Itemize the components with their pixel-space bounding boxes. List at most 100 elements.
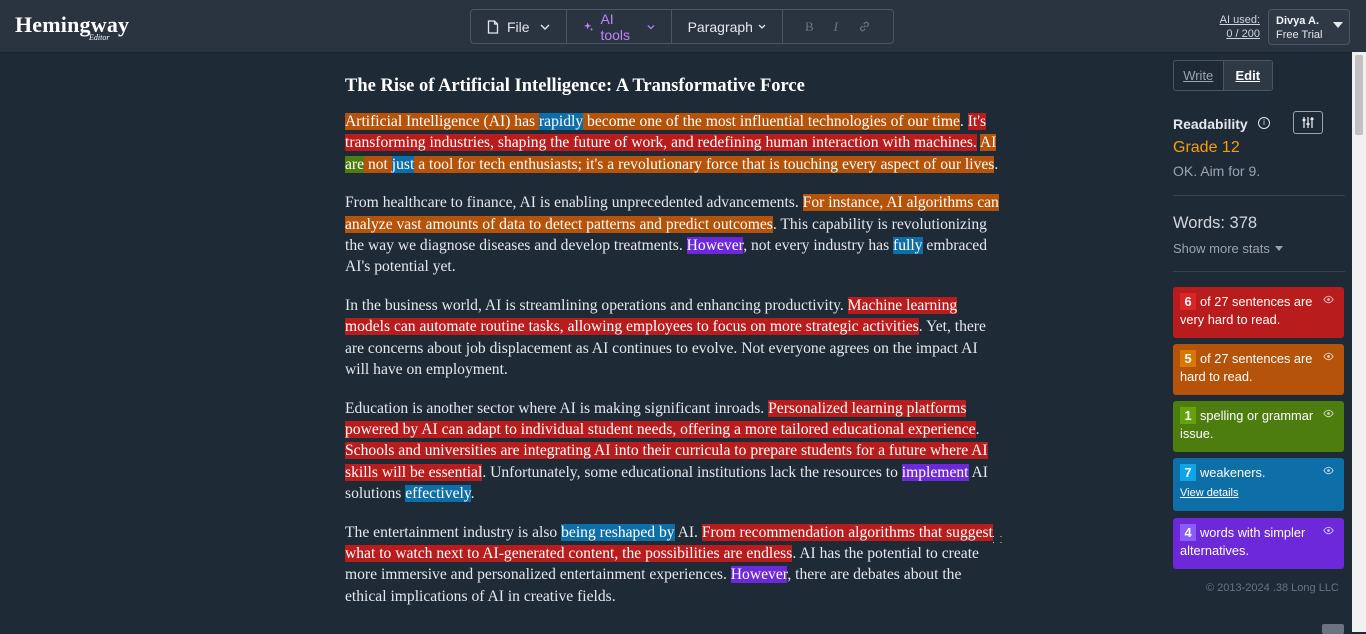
grammar-count: 1: [1180, 407, 1196, 424]
top-bar: Hemingway Editor File AI tools Paragraph…: [0, 0, 1366, 53]
passive-voice-highlight: being reshaped by: [561, 523, 675, 541]
hard-sentence-highlight: not: [364, 155, 392, 173]
caret-down-icon: [1333, 22, 1343, 28]
hard-count: 5: [1180, 350, 1196, 367]
chevron-down-icon: [758, 24, 766, 29]
divider: [1173, 195, 1345, 196]
eye-icon[interactable]: [1323, 465, 1334, 476]
paragraph[interactable]: In the business world, AI is streamlinin…: [345, 295, 1005, 380]
ai-tools-label: AI tools: [600, 10, 631, 43]
text-run: .: [975, 421, 980, 439]
text-run: .: [959, 113, 968, 130]
editor-document[interactable]: The Rise of Artificial Intelligence: A T…: [345, 76, 1005, 624]
word-count: Words: 378: [1173, 214, 1258, 232]
hard-sentence-highlight: AI: [979, 134, 997, 152]
simpler-alternatives-card[interactable]: 4 words with simpler alternatives.: [1173, 518, 1344, 569]
simpler-count: 4: [1180, 524, 1196, 541]
eye-icon[interactable]: [1323, 294, 1334, 305]
divider: [1173, 271, 1345, 272]
hard-sentences-card[interactable]: 5 of 27 sentences are hard to read.: [1173, 344, 1344, 395]
copyright-text: © 2013-2024 .38 Long LLC: [1206, 582, 1339, 594]
weakeners-card[interactable]: 7 weakeners. View details: [1173, 458, 1344, 511]
caret-down-icon: [1274, 246, 1283, 251]
simpler-text: words with simpler alternatives.: [1180, 525, 1306, 558]
readability-settings-button[interactable]: [1293, 111, 1323, 134]
tab-write[interactable]: Write: [1174, 61, 1223, 90]
paragraph[interactable]: Education is another sector where AI is …: [345, 398, 1005, 504]
chevron-down-icon: [540, 24, 550, 30]
text-run: .: [470, 484, 475, 502]
collapse-corner-button[interactable]: [1322, 624, 1344, 634]
sliders-icon: [1302, 117, 1314, 128]
link-icon[interactable]: [858, 20, 871, 33]
chevron-down-icon: [647, 24, 655, 29]
view-details-link[interactable]: View details: [1180, 484, 1316, 502]
paragraph[interactable]: Artificial Intelligence (AI) has rapidly…: [345, 111, 1005, 175]
file-menu-button[interactable]: File: [471, 10, 567, 43]
sparkle-icon: [583, 21, 593, 31]
adverb-highlight: effectively: [405, 484, 471, 502]
very-hard-count: 6: [1180, 293, 1196, 310]
readability-label: Readability: [1173, 116, 1248, 132]
adverb-highlight: fully: [893, 236, 923, 254]
eye-icon[interactable]: [1323, 351, 1334, 362]
hard-text: of 27 sentences are hard to read.: [1180, 351, 1313, 384]
text-run: .: [994, 155, 999, 173]
ai-used-value: 0 / 200: [1226, 28, 1260, 40]
grammar-issues-card[interactable]: 1 spelling or grammar issue.: [1173, 401, 1344, 452]
scrollbar-thumb[interactable]: [1355, 55, 1363, 135]
italic-button[interactable]: I: [834, 19, 838, 35]
user-menu-button[interactable]: Divya A. Free Trial: [1268, 9, 1350, 45]
grammar-text: spelling or grammar issue.: [1180, 408, 1314, 441]
user-name: Divya A.: [1276, 15, 1320, 27]
paragraph-style-label: Paragraph: [687, 18, 753, 35]
paragraph-style-dropdown[interactable]: Paragraph: [672, 10, 783, 43]
very-hard-sentences-card[interactable]: 6 of 27 sentences are very hard to read.: [1173, 287, 1344, 338]
file-icon: [487, 19, 499, 34]
hard-sentence-highlight: Artificial Intelligence (AI) has: [345, 113, 539, 130]
show-more-stats-label: Show more stats: [1173, 241, 1270, 256]
ai-used-label: AI used:: [1219, 14, 1260, 26]
app-logo[interactable]: Hemingway: [15, 12, 129, 38]
readability-grade: Grade 12: [1173, 139, 1240, 156]
simpler-alternative-highlight: However: [730, 566, 788, 584]
text-run: In the business world, AI is streamlinin…: [345, 297, 848, 315]
grammar-issue-highlight: are: [345, 155, 365, 173]
file-menu-label: File: [507, 18, 530, 35]
document-body[interactable]: Artificial Intelligence (AI) has rapidly…: [345, 111, 1005, 607]
page-scrollbar[interactable]: [1352, 52, 1366, 632]
text-run: , not every industry has: [743, 236, 894, 254]
hard-sentence-highlight: become one of the most influential techn…: [583, 113, 960, 130]
paragraph[interactable]: From healthcare to finance, AI is enabli…: [345, 192, 1005, 277]
mode-tabs: Write Edit: [1173, 60, 1273, 91]
adverb-highlight: rapidly: [538, 113, 584, 130]
drag-handle[interactable]: · · · ·: [992, 532, 1004, 547]
editor-toolbar: File AI tools Paragraph B I: [470, 9, 894, 44]
info-icon[interactable]: i: [1258, 117, 1270, 129]
text-run: The entertainment industry is also: [345, 523, 562, 541]
text-run: AI.: [674, 523, 702, 541]
ai-usage-counter[interactable]: AI used: 0 / 200: [1210, 13, 1260, 41]
show-more-stats-toggle[interactable]: Show more stats: [1173, 241, 1283, 256]
eye-icon[interactable]: [1323, 408, 1334, 419]
text-run: . Unfortunately, some educational instit…: [482, 463, 902, 481]
simpler-alternative-highlight: However: [686, 236, 744, 254]
very-hard-text: of 27 sentences are very hard to read.: [1180, 294, 1313, 327]
format-buttons: B I: [783, 19, 893, 35]
weakeners-count: 7: [1180, 464, 1196, 481]
bold-button[interactable]: B: [805, 19, 814, 35]
user-plan: Free Trial: [1276, 29, 1323, 41]
simpler-alternative-highlight: implement: [901, 463, 969, 481]
tab-edit[interactable]: Edit: [1222, 61, 1272, 90]
ai-tools-menu-button[interactable]: AI tools: [567, 10, 672, 43]
readability-aim: OK. Aim for 9.: [1173, 163, 1261, 179]
hard-sentence-highlight: a tool for tech enthusiasts; it's a revo…: [414, 155, 995, 173]
adverb-highlight: just: [391, 155, 415, 173]
text-run: Education is another sector where AI is …: [345, 399, 769, 417]
text-run: From healthcare to finance, AI is enabli…: [345, 194, 803, 212]
weakeners-text: weakeners.: [1200, 465, 1266, 480]
paragraph[interactable]: The entertainment industry is also being…: [345, 522, 1005, 607]
document-title[interactable]: The Rise of Artificial Intelligence: A T…: [345, 76, 1005, 97]
eye-icon[interactable]: [1323, 525, 1334, 536]
app-logo-subtitle: Editor: [89, 33, 110, 42]
